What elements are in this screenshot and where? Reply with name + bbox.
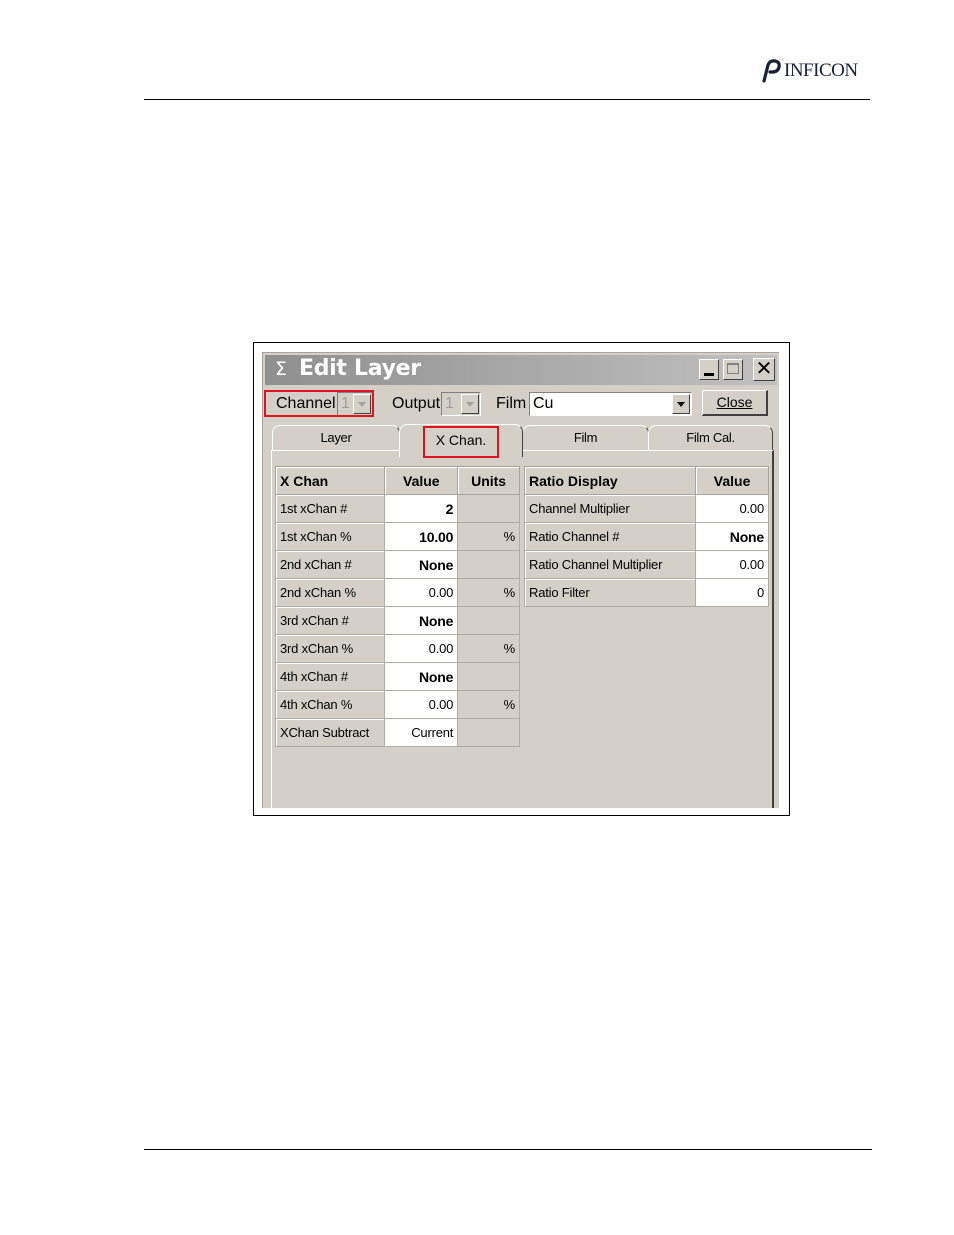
value-cell[interactable]: 2 [384,494,459,523]
value-cell[interactable]: 10.00 [384,522,459,551]
table-row: Ratio Filter 0 [523,578,769,607]
units-cell [457,606,520,635]
close-button-label: Close [716,394,753,410]
value-cell[interactable]: 0.00 [384,690,459,719]
units-cell: % [457,522,520,551]
table-row: 1st xChan # 2 [274,494,520,523]
film-label: Film [496,395,527,412]
units-cell [457,662,520,691]
header-rule [144,99,870,100]
row-label: 1st xChan # [274,494,386,523]
row-label: Ratio Filter [523,578,697,607]
tab-film-cal[interactable]: Film Cal. [648,425,773,451]
film-value: Cu [533,395,554,412]
window-title: Edit Layer [299,356,421,381]
footer-rule [144,1149,872,1150]
output-value: 1 [445,395,454,412]
units-cell: % [457,690,520,719]
units-cell [457,718,520,747]
minimize-button[interactable] [699,359,719,380]
output-dropdown-arrow[interactable] [461,394,479,414]
ratio-grid-header: Ratio Display Value [523,466,769,495]
row-label: 4th xChan # [274,662,386,691]
units-col-header: Units [457,466,520,495]
xchan-grid-header: X Chan Value Units [274,466,520,495]
value-cell[interactable]: None [384,550,459,579]
ratio-value-col-header: Value [695,466,769,495]
value-cell[interactable]: 0.00 [384,634,459,663]
value-cell[interactable]: Current [384,718,459,747]
units-cell: % [457,578,520,607]
sigma-icon: Σ [275,358,288,380]
xchan-grid: X Chan Value Units 1st xChan # 2 1st xCh… [274,466,520,747]
xchan-col-header: X Chan [274,466,386,495]
edit-layer-window: Σ Edit Layer ✕ Channel 1 Output 1 Film C… [262,352,779,808]
row-label: Channel Multiplier [523,494,697,523]
title-bar[interactable]: Σ Edit Layer ✕ [265,355,777,385]
ratio-display-col-header: Ratio Display [523,466,697,495]
table-row: Channel Multiplier 0.00 [523,494,769,523]
table-row: Ratio Channel Multiplier 0.00 [523,550,769,579]
value-cell[interactable]: 0.00 [695,494,769,523]
row-label: 3rd xChan # [274,606,386,635]
row-label: XChan Subtract [274,718,386,747]
units-cell [457,494,520,523]
value-cell[interactable]: None [384,606,459,635]
window-close-button[interactable]: ✕ [753,356,775,381]
table-row: Ratio Channel # None [523,522,769,551]
row-label: 2nd xChan # [274,550,386,579]
value-cell[interactable]: 0.00 [384,578,459,607]
output-select[interactable]: 1 [441,392,481,416]
table-row: 3rd xChan % 0.00 % [274,634,520,663]
value-cell[interactable]: None [384,662,459,691]
row-label: Ratio Channel Multiplier [523,550,697,579]
film-select[interactable]: Cu [529,392,692,416]
tab-layer[interactable]: Layer [272,425,400,451]
logo-text: INFICON [784,60,858,81]
units-cell: % [457,634,520,663]
table-row: 4th xChan % 0.00 % [274,690,520,719]
x-chan-panel: X Chan Value Units 1st xChan # 2 1st xCh… [271,450,774,808]
maximize-button[interactable] [723,359,743,380]
units-cell [457,550,520,579]
table-row: 4th xChan # None [274,662,520,691]
ratio-display-grid: Ratio Display Value Channel Multiplier 0… [523,466,769,607]
maximize-icon [727,363,739,374]
table-row: 2nd xChan % 0.00 % [274,578,520,607]
row-label: 1st xChan % [274,522,386,551]
channel-highlight-box [264,390,374,417]
minimize-icon [704,373,714,376]
chevron-down-icon [466,402,474,407]
inficon-logo: INFICON [760,58,858,84]
table-row: 1st xChan % 10.00 % [274,522,520,551]
value-cell[interactable]: None [695,522,769,551]
table-row: 3rd xChan # None [274,606,520,635]
row-label: 4th xChan % [274,690,386,719]
close-button[interactable]: Close [702,390,768,416]
table-row: 2nd xChan # None [274,550,520,579]
value-col-header: Value [384,466,459,495]
film-dropdown-arrow[interactable] [672,394,690,414]
table-row: XChan Subtract Current [274,718,520,747]
close-icon: ✕ [755,356,773,380]
x-chan-tab-highlight-box [423,426,499,458]
row-label: Ratio Channel # [523,522,697,551]
chevron-down-icon [677,402,685,407]
row-label: 2nd xChan % [274,578,386,607]
row-label: 3rd xChan % [274,634,386,663]
output-label: Output [392,395,441,412]
value-cell[interactable]: 0.00 [695,550,769,579]
value-cell[interactable]: 0 [695,578,769,607]
tab-film[interactable]: Film [522,425,649,451]
inficon-logo-icon [760,59,782,83]
